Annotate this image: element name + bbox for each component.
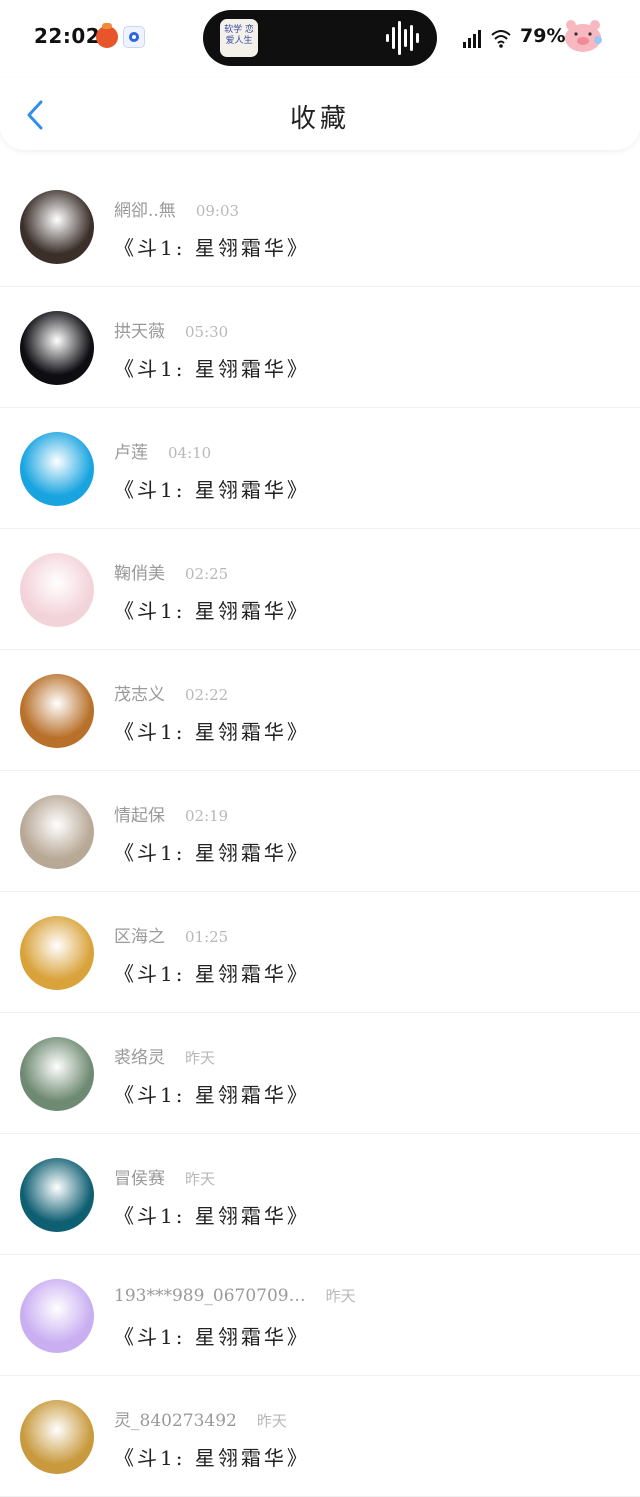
sender-name: 193***989_0670709… (114, 1286, 306, 1306)
page-title: 收藏 (289, 104, 350, 134)
favorite-message: 《斗1: 星翎霜华》 (114, 962, 310, 986)
favorite-message: 《斗1: 星翎霜华》 (114, 357, 310, 381)
timestamp: 昨天 (185, 1049, 216, 1067)
timestamp: 02:25 (185, 565, 229, 583)
list-item[interactable]: 卢莲 04:10 《斗1: 星翎霜华》 (0, 408, 640, 529)
avatar[interactable] (20, 674, 94, 748)
avatar[interactable] (20, 1158, 94, 1232)
sender-name: 拱天薇 (114, 322, 165, 342)
now-playing-cover-text: 软学 恋爱人生 (224, 25, 254, 46)
list-item-meta: 裘络灵 昨天 (114, 1043, 215, 1068)
list-item-meta: 193***989_0670709… 昨天 (114, 1285, 356, 1306)
list-item-meta: 灵_840273492 昨天 (114, 1406, 287, 1431)
favorite-message: 《斗1: 星翎霜华》 (114, 236, 310, 260)
avatar[interactable] (20, 553, 94, 627)
favorite-message: 《斗1: 星翎霜华》 (114, 599, 310, 623)
top-nav-bar: 收藏 (0, 78, 640, 150)
browser-notification-icon (123, 26, 145, 48)
sender-name: 茂志义 (114, 685, 165, 705)
favorite-message: 《斗1: 星翎霜华》 (114, 1083, 310, 1107)
favorite-message: 《斗1: 星翎霜华》 (114, 1204, 310, 1228)
timestamp: 01:25 (185, 928, 229, 946)
list-item-meta: 卢莲 04:10 (114, 438, 211, 463)
list-item-meta: 鞠俏美 02:25 (114, 559, 228, 584)
timestamp: 05:30 (185, 323, 229, 341)
favorite-message: 《斗1: 星翎霜华》 (114, 1446, 310, 1470)
favorite-message: 《斗1: 星翎霜华》 (114, 1325, 310, 1349)
timestamp: 09:03 (195, 202, 240, 220)
sender-name: 冒侯赛 (114, 1169, 165, 1189)
battery-level: 79% (520, 25, 566, 47)
favorite-message: 《斗1: 星翎霜华》 (114, 841, 310, 865)
dynamic-island[interactable]: 软学 恋爱人生 (203, 10, 437, 66)
list-item-meta: 区海之 01:25 (114, 922, 228, 947)
status-time: 22:02 (34, 24, 101, 48)
cellular-signal-icon (463, 30, 481, 48)
favorite-message: 《斗1: 星翎霜华》 (114, 478, 310, 502)
list-item[interactable]: 灵_840273492 昨天《斗1: 星翎霜华》 (0, 1376, 640, 1497)
avatar[interactable] (20, 311, 94, 385)
avatar[interactable] (20, 1400, 94, 1474)
sender-name: 灵_840273492 (114, 1411, 237, 1431)
favorite-message: 《斗1: 星翎霜华》 (114, 720, 310, 744)
list-item[interactable]: 冒侯赛 昨天《斗1: 星翎霜华》 (0, 1134, 640, 1255)
sender-name: 卢莲 (114, 443, 148, 463)
list-item-meta: 冒侯赛 昨天 (114, 1164, 215, 1189)
wifi-icon (491, 30, 511, 48)
timestamp: 昨天 (185, 1170, 216, 1188)
avatar[interactable] (20, 916, 94, 990)
status-bar: 22:02 软学 恋爱人生 79% (0, 0, 640, 78)
sender-name: 情起保 (114, 806, 165, 826)
avatar[interactable] (20, 432, 94, 506)
sender-name: 区海之 (114, 927, 165, 947)
list-item[interactable]: 拱天薇 05:30 《斗1: 星翎霜华》 (0, 287, 640, 408)
list-item[interactable]: 193***989_0670709… 昨天《斗1: 星翎霜华》 (0, 1255, 640, 1376)
timestamp: 昨天 (325, 1287, 356, 1305)
avatar[interactable] (20, 1279, 94, 1353)
avatar[interactable] (20, 795, 94, 869)
sender-name: 鞠俏美 (114, 564, 165, 584)
avatar[interactable] (20, 190, 94, 264)
app-notification-icon (96, 23, 118, 48)
sender-name: 網卻..無 (114, 201, 176, 221)
now-playing-cover: 软学 恋爱人生 (220, 19, 258, 57)
avatar[interactable] (20, 1037, 94, 1111)
timestamp: 04:10 (168, 444, 212, 462)
timestamp: 02:22 (185, 686, 229, 704)
timestamp: 昨天 (256, 1412, 287, 1430)
list-item[interactable]: 網卻..無 09:03 《斗1: 星翎霜华》 (0, 166, 640, 287)
list-item-meta: 拱天薇 05:30 (114, 317, 228, 342)
pig-avatar-icon (565, 20, 602, 52)
list-item[interactable]: 鞠俏美 02:25 《斗1: 星翎霜华》 (0, 529, 640, 650)
timestamp: 02:19 (185, 807, 229, 825)
list-item-meta: 茂志义 02:22 (114, 680, 228, 705)
favorites-list: 網卻..無 09:03 《斗1: 星翎霜华》 拱天薇 05:30 《斗1: 星翎霜华》 卢莲… (0, 166, 640, 1497)
list-item[interactable]: 茂志义 02:22 《斗1: 星翎霜华》 (0, 650, 640, 771)
list-item-meta: 網卻..無 09:03 (114, 196, 239, 221)
audio-waveform-icon (386, 21, 419, 55)
list-item[interactable]: 情起保 02:19 《斗1: 星翎霜华》 (0, 771, 640, 892)
sender-name: 裘络灵 (114, 1048, 165, 1068)
list-item[interactable]: 区海之 01:25 《斗1: 星翎霜华》 (0, 892, 640, 1013)
list-item[interactable]: 裘络灵 昨天《斗1: 星翎霜华》 (0, 1013, 640, 1134)
list-item-meta: 情起保 02:19 (114, 801, 228, 826)
